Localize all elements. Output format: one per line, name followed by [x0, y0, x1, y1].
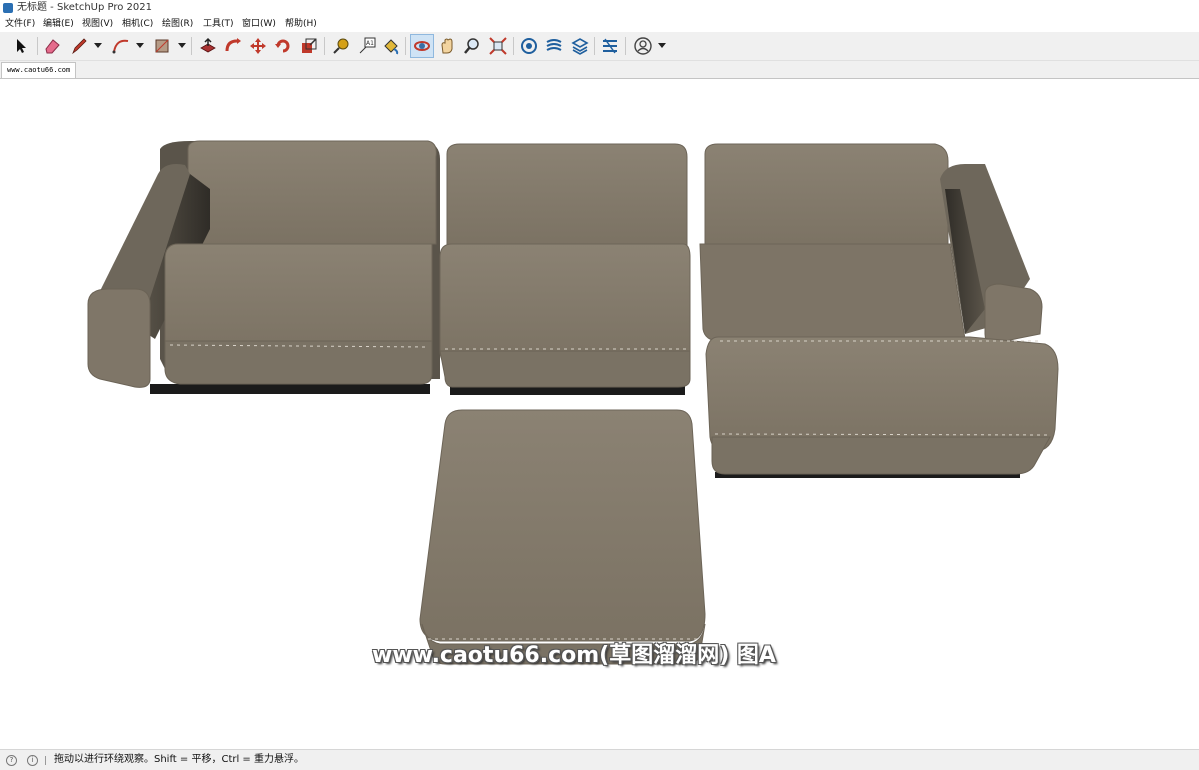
- menu-bar: 文件(F) 编辑(E) 视图(V) 相机(C) 绘图(R) 工具(T) 窗口(W…: [0, 16, 1199, 32]
- toolbar-separator: [594, 37, 595, 55]
- shape-dropdown-arrow[interactable]: [178, 43, 186, 48]
- info-icon[interactable]: i: [27, 755, 38, 766]
- svg-text:A1: A1: [366, 40, 374, 47]
- toolbar-separator: [191, 37, 192, 55]
- sketchup-logo-icon: [3, 3, 13, 13]
- move-icon[interactable]: [247, 35, 269, 57]
- zoom-extents-icon[interactable]: [487, 35, 509, 57]
- middle-sofa-module: [439, 143, 691, 395]
- select-arrow-icon[interactable]: [10, 35, 32, 57]
- status-bar: ? i 拖动以进行环绕观察。Shift = 平移，Ctrl = 重力悬浮。: [0, 749, 1199, 770]
- menu-help[interactable]: 帮助(H): [285, 16, 317, 32]
- menu-tools[interactable]: 工具(T): [203, 16, 234, 32]
- tape-measure-icon[interactable]: [330, 35, 352, 57]
- left-sofa-module: [87, 140, 440, 394]
- status-separator: [45, 756, 46, 765]
- scene-tab-bar: www.caotu66.com: [0, 61, 1199, 79]
- layout-icon[interactable]: [569, 35, 591, 57]
- menu-camera[interactable]: 相机(C): [122, 16, 153, 32]
- arc-dropdown-arrow[interactable]: [136, 43, 144, 48]
- menu-file[interactable]: 文件(F): [5, 16, 35, 32]
- pencil-line-icon[interactable]: [68, 35, 90, 57]
- scale-icon[interactable]: [298, 35, 320, 57]
- rotate-icon[interactable]: [272, 35, 294, 57]
- menu-edit[interactable]: 编辑(E): [43, 16, 74, 32]
- window-title: 无标题 - SketchUp Pro 2021: [17, 2, 152, 13]
- push-pull-icon[interactable]: [197, 35, 219, 57]
- menu-window[interactable]: 窗口(W): [242, 16, 276, 32]
- main-toolbar: A1: [0, 32, 1199, 61]
- toolbar-separator: [625, 37, 626, 55]
- watermark-text: www.caotu66.com(草图溜溜网) 图A: [372, 643, 776, 668]
- pan-icon[interactable]: [436, 35, 458, 57]
- toolbar-separator: [37, 37, 38, 55]
- toolbar-separator: [405, 37, 406, 55]
- geo-location-icon[interactable]: ?: [6, 755, 17, 766]
- extension-manager-icon[interactable]: [599, 35, 621, 57]
- rectangle-icon[interactable]: [151, 35, 173, 57]
- arc-icon[interactable]: [110, 35, 132, 57]
- title-bar: 无标题 - SketchUp Pro 2021: [0, 0, 1199, 16]
- toolbar-separator: [324, 37, 325, 55]
- account-icon[interactable]: [632, 35, 654, 57]
- extension-warehouse-icon[interactable]: [543, 35, 565, 57]
- scene-tab[interactable]: www.caotu66.com: [1, 62, 77, 78]
- menu-view[interactable]: 视图(V): [82, 16, 113, 32]
- pencil-dropdown-arrow[interactable]: [94, 43, 102, 48]
- 3d-warehouse-icon[interactable]: [518, 35, 540, 57]
- orbit-icon[interactable]: [410, 34, 434, 58]
- follow-me-icon[interactable]: [222, 35, 244, 57]
- eraser-icon[interactable]: [41, 35, 63, 57]
- account-dropdown-arrow[interactable]: [658, 43, 666, 48]
- zoom-icon[interactable]: [461, 35, 483, 57]
- ottoman: [419, 409, 706, 665]
- toolbar-separator: [513, 37, 514, 55]
- menu-draw[interactable]: 绘图(R): [162, 16, 193, 32]
- status-message: 拖动以进行环绕观察。Shift = 平移，Ctrl = 重力悬浮。: [54, 754, 304, 765]
- text-icon[interactable]: A1: [356, 35, 378, 57]
- paint-bucket-icon[interactable]: [380, 35, 402, 57]
- right-chaise-module: [699, 143, 1059, 478]
